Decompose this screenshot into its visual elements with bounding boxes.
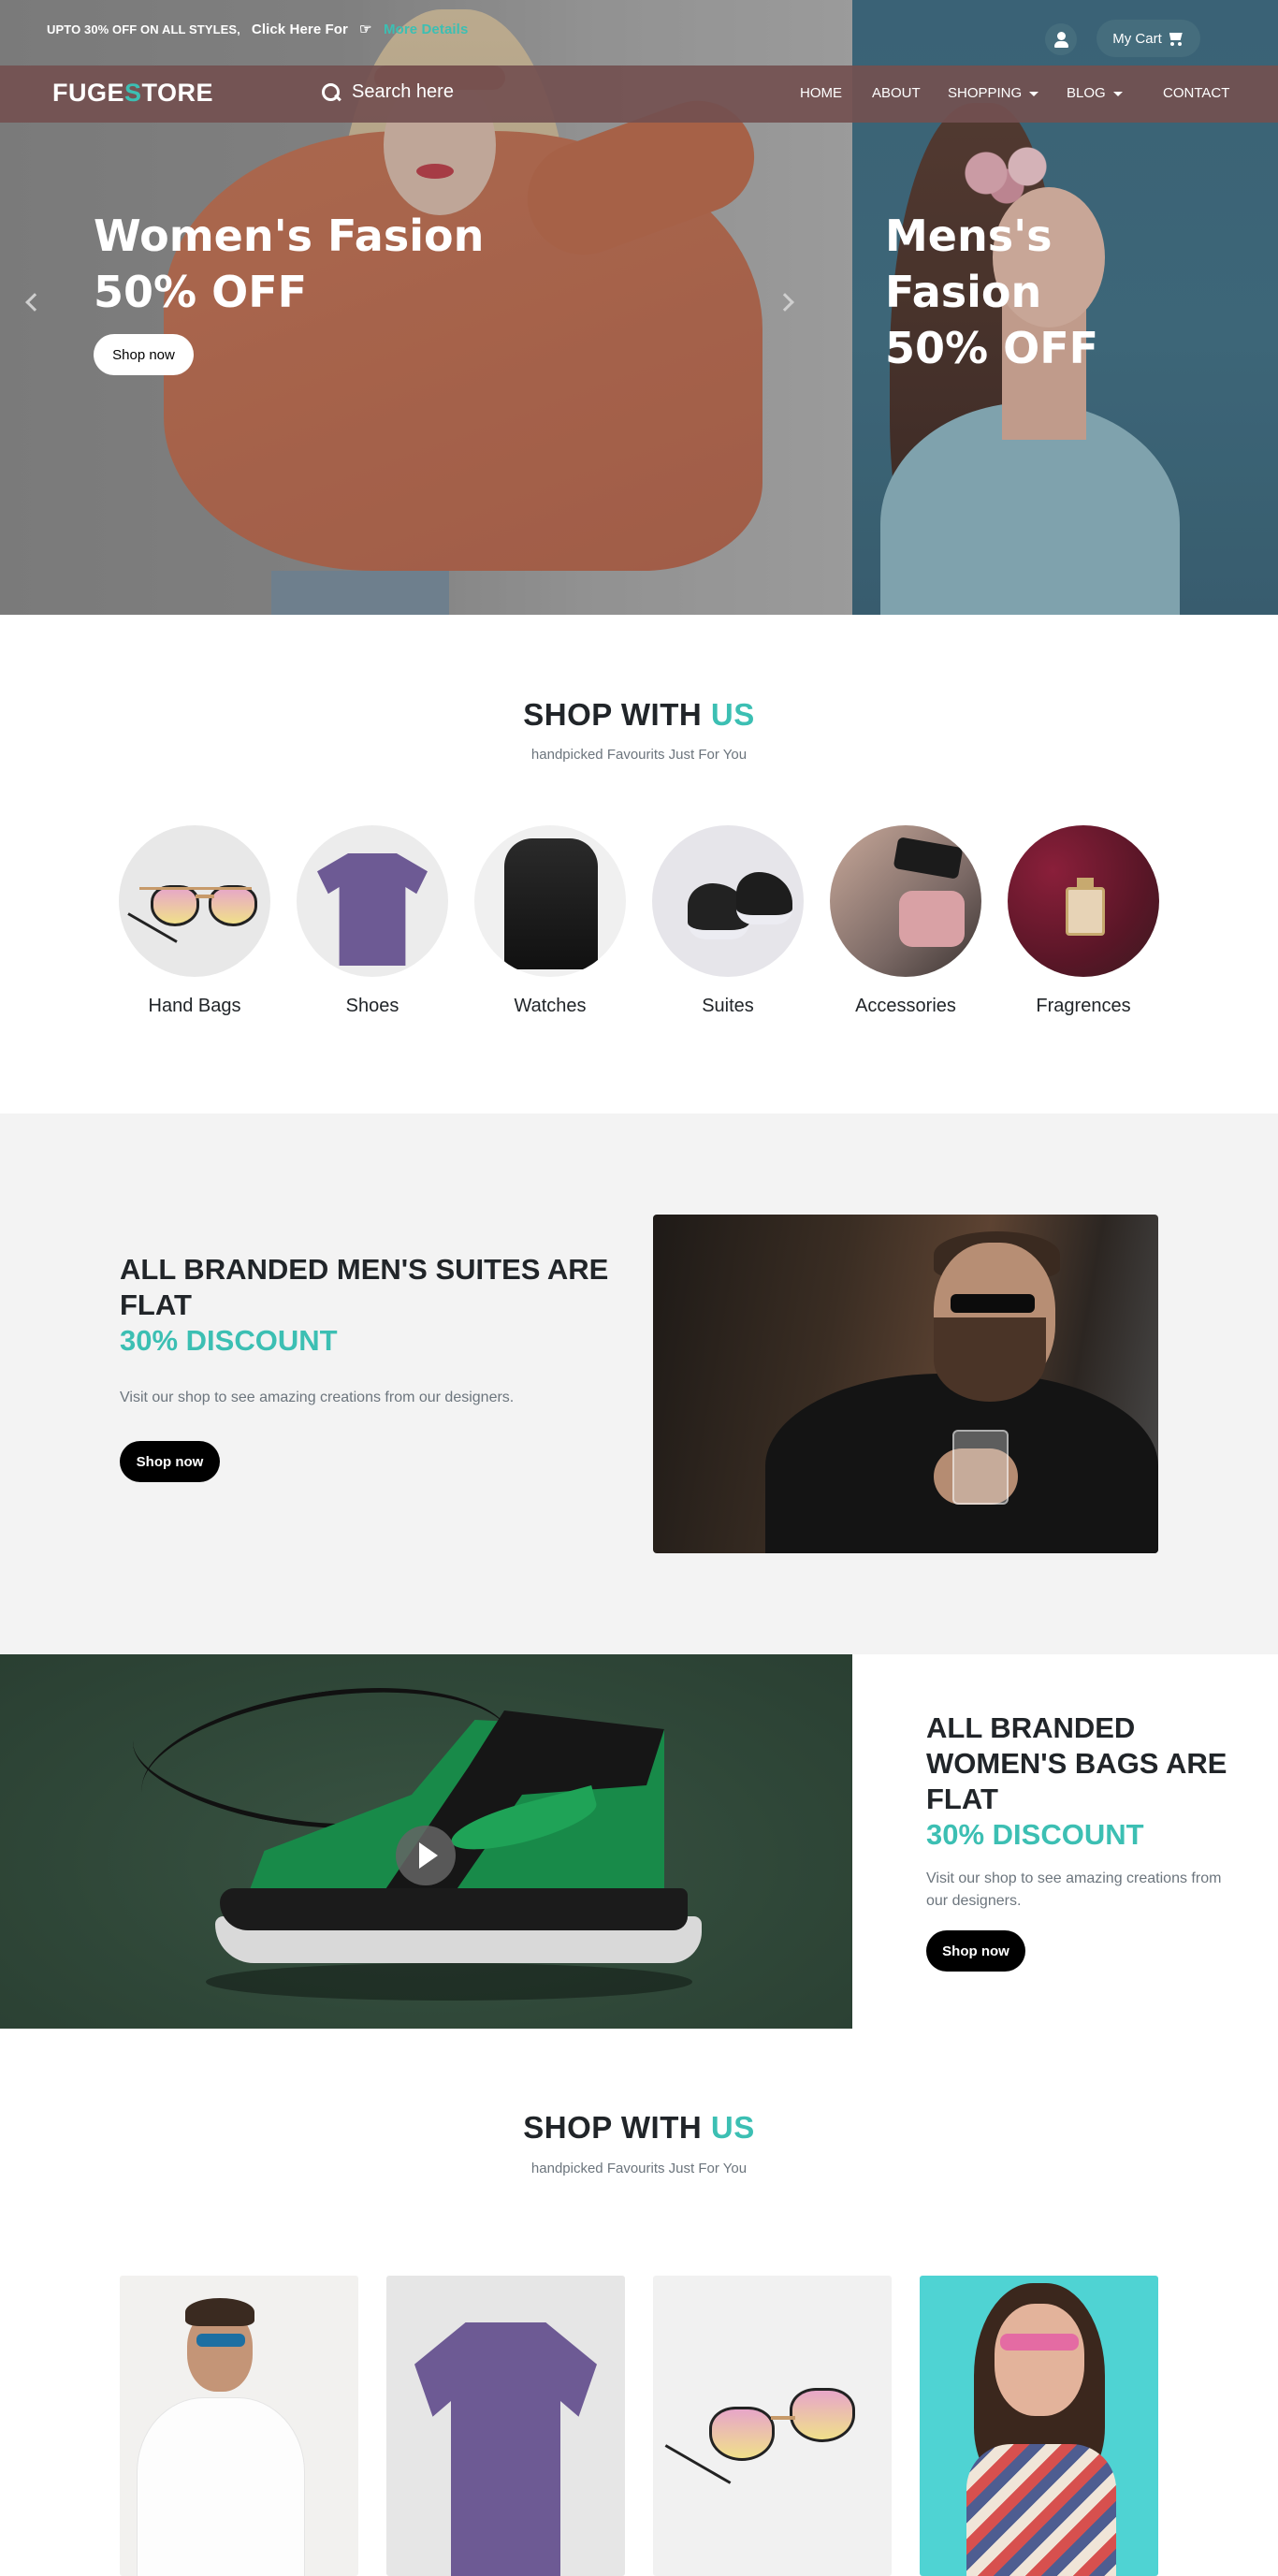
category-image [652, 825, 804, 977]
category-suites[interactable]: Suites [652, 825, 804, 1017]
hero-left-title: Women's Fasion 50% OFF [94, 211, 485, 317]
hero-right-title: Mens's Fasion 50% OFF [885, 211, 1099, 373]
search-bar[interactable]: Search here [322, 81, 454, 103]
promo-women-heading: ALL BRANDED WOMEN'S BAGS ARE FLAT [926, 1711, 1227, 1815]
nav-home[interactable]: HOME [800, 85, 842, 101]
category-watches[interactable]: Watches [474, 825, 626, 1017]
top-bar: UPTO 30% OFF ON ALL STYLES, Click Here F… [0, 0, 1278, 65]
cart-icon [1168, 31, 1184, 46]
promo-men-shop-now-button[interactable]: Shop now [120, 1441, 220, 1482]
cart-button[interactable]: My Cart [1096, 20, 1200, 57]
promo-men-section: ALL BRANDED MEN'S SUITES ARE FLAT 30% DI… [0, 1113, 1278, 1654]
category-image [474, 825, 626, 977]
caret-down-icon [1029, 91, 1039, 96]
hand-point-icon: ☞ [359, 22, 372, 37]
shop-section-subtitle: handpicked Favourits Just For You [530, 747, 748, 763]
shop-section-2-subtitle: handpicked Favourits Just For You [530, 2161, 748, 2176]
category-accessories[interactable]: Accessories [830, 825, 981, 1017]
promo-women-shop-now-button[interactable]: Shop now [926, 1930, 1025, 1972]
hero-shop-now-button[interactable]: Shop now [94, 334, 194, 375]
product-card[interactable] [920, 2276, 1158, 2576]
play-icon[interactable] [396, 1826, 456, 1885]
hero-banner: Women's Fasion 50% OFF Shop now Mens's F… [0, 0, 1278, 615]
shop-section-2-title: SHOP WITH US [523, 2110, 755, 2145]
logo[interactable]: FUGESTORE [52, 79, 213, 108]
promo-men-heading: ALL BRANDED MEN'S SUITES ARE FLAT [120, 1253, 609, 1321]
promo-video[interactable] [0, 1654, 852, 2029]
nav-contact[interactable]: CONTACT [1163, 85, 1229, 101]
promo-men-image [653, 1215, 1158, 1553]
category-hand-bags[interactable]: Hand Bags [119, 825, 270, 1017]
search-input[interactable]: Search here [352, 81, 454, 103]
promo-men-text: Visit our shop to see amazing creations … [120, 1390, 515, 1405]
promo-women-discount: 30% DISCOUNT [926, 1818, 1144, 1851]
shop-section-title: SHOP WITH US [523, 697, 755, 732]
promo-women-section: ALL BRANDED WOMEN'S BAGS ARE FLAT 30% DI… [0, 1654, 1278, 2029]
user-icon[interactable] [1045, 23, 1077, 55]
main-navbar: FUGESTORE Search here HOME ABOUT SHOPPIN… [0, 65, 1278, 123]
promo-strip: UPTO 30% OFF ON ALL STYLES, Click Here F… [47, 22, 469, 37]
promo-men-discount: 30% DISCOUNT [120, 1324, 338, 1357]
nav-blog[interactable]: BLOG [1067, 85, 1123, 101]
promo-women-text: Visit our shop to see amazing creations … [926, 1870, 1222, 1909]
product-card[interactable] [653, 2276, 892, 2576]
nav-about[interactable]: ABOUT [872, 85, 921, 101]
category-image [297, 825, 448, 977]
category-image [1008, 825, 1159, 977]
category-shoes[interactable]: Shoes [297, 825, 448, 1017]
search-icon[interactable] [322, 82, 341, 102]
product-card[interactable] [120, 2276, 358, 2576]
caret-down-icon [1112, 91, 1123, 96]
nav-shopping[interactable]: SHOPPING [948, 85, 1039, 101]
more-details-link[interactable]: More Details [384, 22, 468, 37]
category-image [119, 825, 270, 977]
category-fragrences[interactable]: Fragrences [1008, 825, 1159, 1017]
product-card[interactable] [386, 2276, 625, 2576]
category-image [830, 825, 981, 977]
